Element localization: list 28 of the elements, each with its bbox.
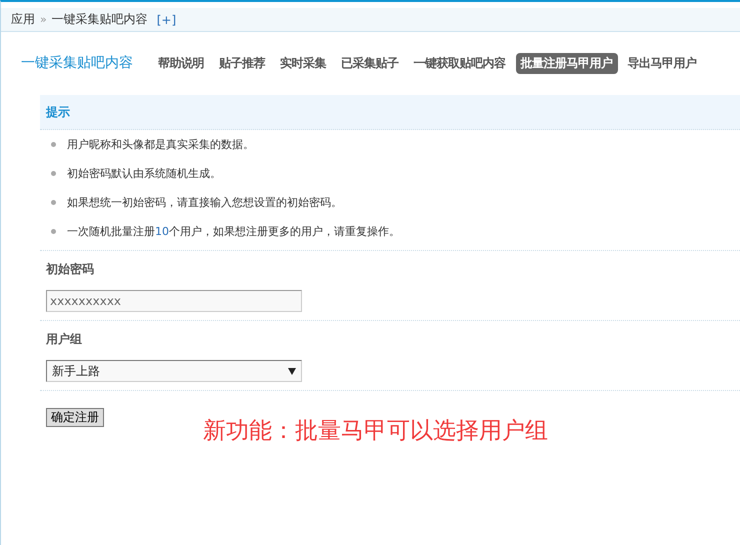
page-title: 一键采集贴吧内容	[21, 54, 133, 72]
dropdown-icon	[288, 368, 296, 374]
bullet-icon	[51, 142, 56, 147]
field-label: 初始密码	[46, 261, 95, 278]
bullet-icon	[51, 171, 56, 176]
password-field[interactable]: xxxxxxxxxx	[46, 290, 302, 312]
tip-text: 一次随机批量注册10个用户，如果想注册更多的用户，请重复操作。	[67, 224, 400, 239]
add-link[interactable]: [+]	[156, 12, 176, 26]
group-select[interactable]: 新手上路	[46, 360, 302, 382]
nav-tab[interactable]: 实时采集	[275, 52, 331, 74]
breadcrumb-link[interactable]: 应用	[11, 11, 35, 28]
nav-tab[interactable]: 导出马甲用户	[622, 52, 702, 74]
breadcrumb-link[interactable]: 一键采集贴吧内容	[52, 11, 148, 28]
bullet-icon	[51, 200, 56, 205]
annotation-text: 新功能：批量马甲可以选择用户组	[203, 417, 548, 446]
tip-text: 初始密码默认由系统随机生成。	[67, 166, 221, 181]
tip-text: 用户昵称和头像都是真实采集的数据。	[67, 137, 254, 152]
tip-text: 如果想统一初始密码，请直接输入您想设置的初始密码。	[67, 195, 342, 210]
nav-tab[interactable]: 贴子推荐	[214, 52, 270, 74]
tips-header: 提示	[40, 95, 740, 130]
nav-tab[interactable]: 批量注册马甲用户	[516, 52, 618, 74]
submit-button[interactable]: 确定注册	[46, 408, 104, 427]
field-label: 用户组	[46, 331, 83, 348]
breadcrumb-separator: »	[40, 13, 47, 26]
nav-tab[interactable]: 一键获取贴吧内容	[408, 52, 510, 74]
nav-tab[interactable]: 帮助说明	[153, 52, 209, 74]
nav-tab[interactable]: 已采集贴子	[336, 52, 404, 74]
bullet-icon	[51, 229, 56, 234]
